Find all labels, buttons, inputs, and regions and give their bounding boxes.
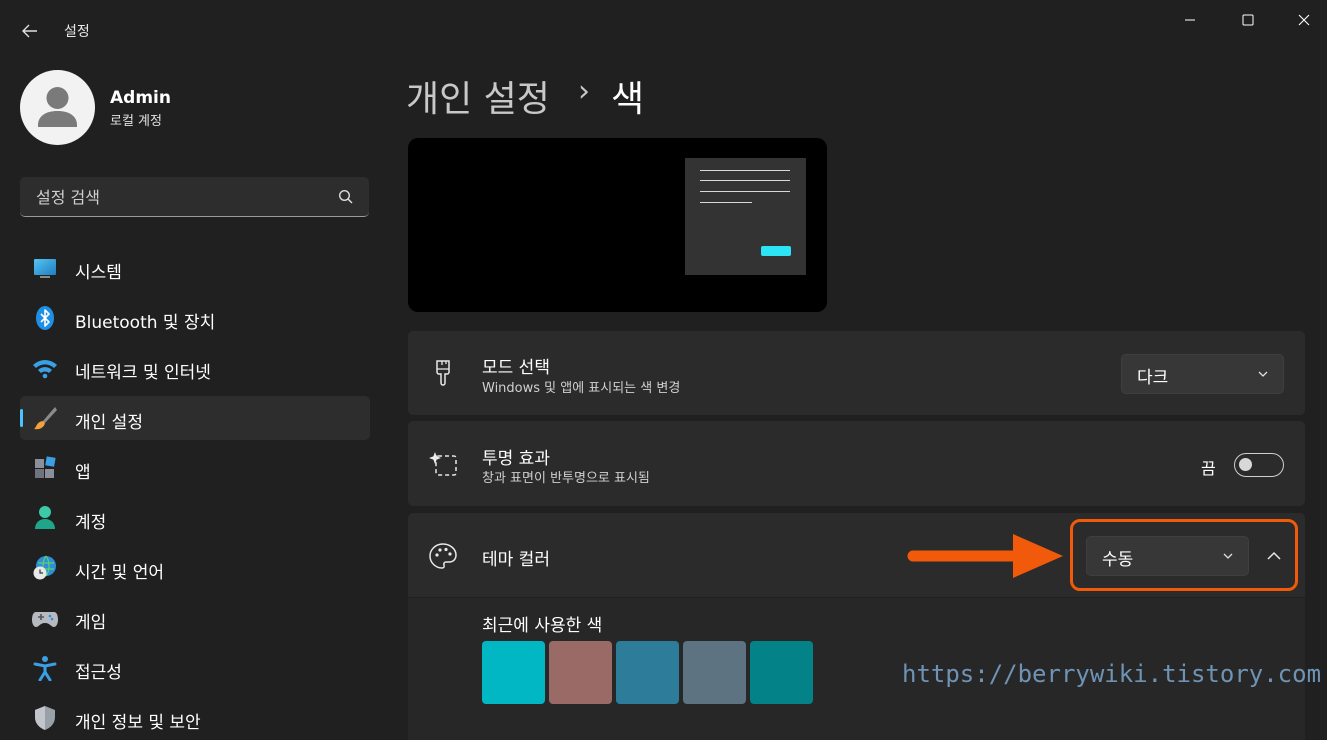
search-icon[interactable] [337,188,355,206]
mode-subtitle: Windows 및 앱에 표시되는 색 변경 [482,381,681,396]
system-monitor-icon [32,256,58,280]
close-button[interactable] [1281,8,1327,32]
account-type: 로컬 계정 [110,114,162,129]
preview-line [700,191,790,192]
wifi-icon [32,356,58,380]
minimize-button[interactable] [1167,8,1213,32]
recent-color-swatch[interactable] [616,641,679,704]
mode-value: 다크 [1137,368,1169,388]
sidebar-item-accounts[interactable]: 계정 [20,496,370,540]
annotation-highlight-box [1070,519,1298,591]
preview-accent-button [761,246,791,256]
transparency-card: 투명 효과 창과 표면이 반투명으로 표시됨 끔 [408,421,1305,506]
sidebar-item-system[interactable]: 시스템 [20,246,370,290]
sidebar-item-accessibility[interactable]: 접근성 [20,646,370,690]
preview-line [700,202,752,203]
recent-color-swatch[interactable] [750,641,813,704]
theme-preview [408,138,827,312]
preview-line [700,180,790,181]
transparency-toggle[interactable] [1234,453,1284,477]
theme-color-title: 테마 컬러 [482,550,550,570]
chevron-down-icon [1258,371,1268,377]
transparency-subtitle: 창과 표면이 반투명으로 표시됨 [482,471,650,486]
watermark: https://berrywiki.tistory.com [902,660,1322,688]
mode-title: 모드 선택 [482,358,550,378]
bluetooth-icon [32,306,58,330]
recent-color-swatch[interactable] [482,641,545,704]
sidebar-item-gaming[interactable]: 게임 [20,596,370,640]
sidebar-item-apps[interactable]: 앱 [20,446,370,490]
minimize-icon [1185,19,1195,21]
globe-clock-icon [32,555,58,580]
recent-color-swatch[interactable] [549,641,612,704]
sidebar-item-label: 게임 [75,613,107,633]
preview-line [700,170,790,171]
mode-card: 모드 선택 Windows 및 앱에 표시되는 색 변경 다크 [408,331,1305,415]
paint-brush-icon [428,358,458,388]
sidebar-item-label: 시스템 [75,263,122,283]
maximize-button[interactable] [1225,8,1271,32]
search-input[interactable] [34,185,328,209]
preview-window [685,158,806,275]
sidebar-item-network[interactable]: 네트워크 및 인터넷 [20,346,370,390]
app-title: 설정 [64,24,90,40]
user-silhouette-icon [38,87,77,127]
maximize-icon [1242,14,1254,26]
sidebar-item-time-language[interactable]: 시간 및 언어 [20,546,370,590]
avatar[interactable] [20,70,95,145]
mode-dropdown[interactable]: 다크 [1121,354,1284,394]
sidebar-item-label: 시간 및 언어 [75,563,165,583]
annotation-arrow-icon [907,534,1063,578]
sidebar-item-label: 개인 정보 및 보안 [75,713,201,733]
sidebar-item-personalization[interactable]: 개인 설정 [20,396,370,440]
back-arrow-icon [22,24,37,38]
page-title: 색 [611,79,645,120]
sidebar-item-label: 계정 [75,513,107,533]
back-button[interactable] [14,16,46,46]
breadcrumb-parent[interactable]: 개인 설정 [406,70,550,122]
sidebar-item-bluetooth[interactable]: Bluetooth 및 장치 [20,296,370,340]
transparency-state: 끔 [1201,459,1216,478]
person-icon [32,506,58,530]
toggle-knob [1239,458,1252,471]
apps-icon [32,456,58,480]
recent-color-swatch[interactable] [683,641,746,704]
sidebar-item-label: 네트워크 및 인터넷 [75,363,211,383]
paintbrush-icon [32,406,58,430]
accessibility-icon [32,656,58,681]
sidebar-item-label: 앱 [75,463,91,483]
recent-colors-title: 최근에 사용한 색 [482,616,603,636]
search-box[interactable] [20,177,369,217]
transparency-sparkle-icon [428,449,458,479]
selection-indicator [20,409,23,427]
sidebar-item-label: 개인 설정 [75,413,143,433]
breadcrumb-separator: › [578,74,590,109]
transparency-title: 투명 효과 [482,449,550,469]
sidebar-item-privacy-security[interactable]: 개인 정보 및 보안 [20,696,370,740]
palette-icon [428,541,458,571]
gamepad-icon [32,606,58,630]
sidebar-item-label: 접근성 [75,663,122,683]
shield-icon [32,706,58,730]
user-name: Admin [110,88,171,108]
sidebar-item-label: Bluetooth 및 장치 [75,313,216,333]
close-icon [1298,14,1310,26]
